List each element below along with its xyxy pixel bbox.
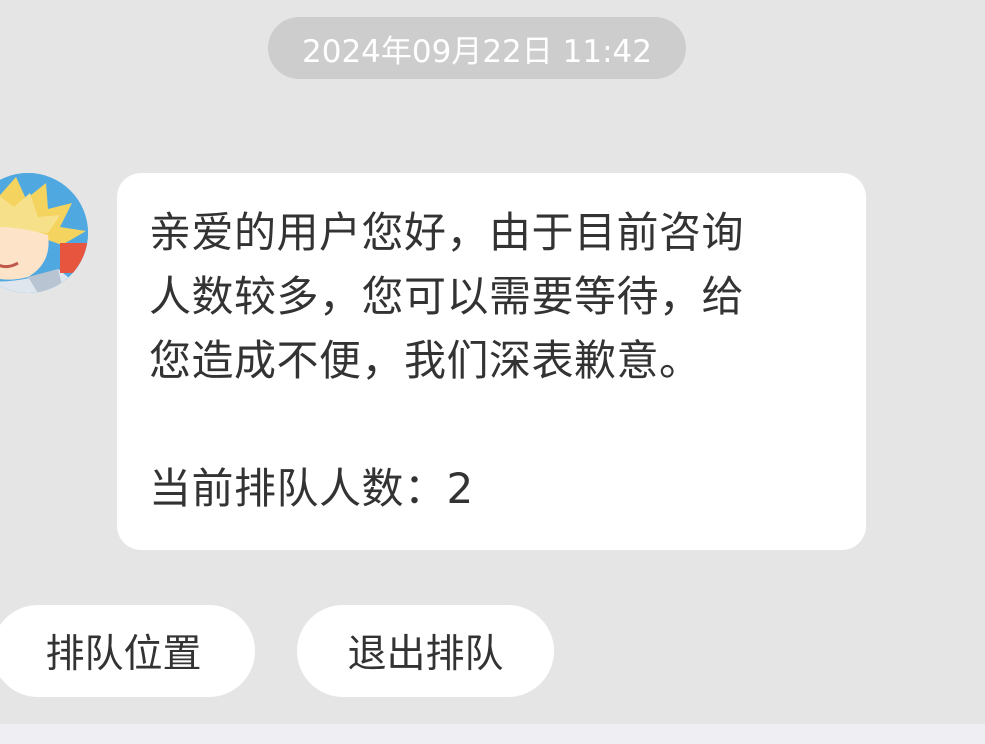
queue-position-button[interactable]: 排队位置 (0, 605, 255, 697)
message-line: 您造成不便，我们深表歉意。 (149, 336, 702, 385)
exit-queue-button[interactable]: 退出排队 (297, 605, 554, 697)
queue-count-text: 当前排队人数：2 (149, 464, 474, 513)
timestamp-pill: 2024年09月22日 11:42 (268, 17, 686, 79)
cartoon-character-avatar-icon (0, 173, 88, 293)
message-line: 人数较多，您可以需要等待，给 (149, 272, 745, 321)
message-line: 亲爱的用户您好，由于目前咨询 (149, 208, 745, 257)
agent-avatar[interactable] (0, 173, 88, 293)
agent-message-bubble: 亲爱的用户您好，由于目前咨询 人数较多，您可以需要等待，给 您造成不便，我们深表… (117, 173, 866, 550)
input-area-edge (0, 724, 985, 744)
